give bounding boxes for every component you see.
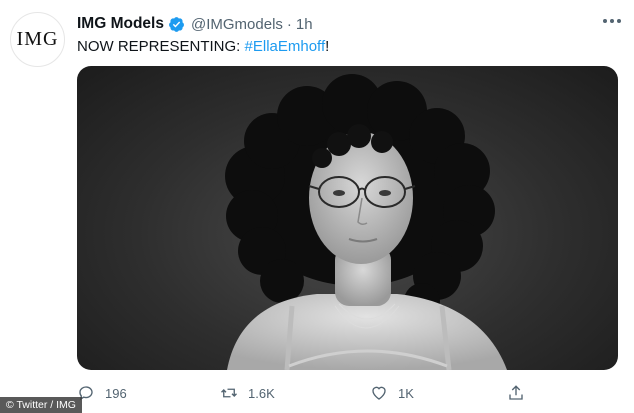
user-handle[interactable]: @IMGmodels [191,16,283,33]
like-button[interactable]: 1K [370,384,414,402]
share-icon [509,385,523,400]
image-credit: © Twitter / IMG [0,397,82,413]
retweet-icon [221,388,237,398]
retweet-count: 1.6K [248,385,275,401]
tweet-text-prefix: NOW REPRESENTING: [77,38,245,55]
tweet-text: NOW REPRESENTING: #EllaEmhoff! [77,38,329,55]
like-count: 1K [398,385,414,401]
tweet-text-suffix: ! [325,38,330,55]
tweet-actions: 196 1.6K 1K [77,380,618,406]
avatar-logo-text: IMG [16,28,59,50]
avatar[interactable]: IMG [10,12,65,67]
display-name[interactable]: IMG Models [77,15,164,33]
tweet-header: IMG Models @IMGmodels · 1h [77,13,614,35]
heart-icon [372,386,386,400]
portrait-photo [225,74,507,370]
reply-count: 196 [105,385,127,401]
hashtag-link[interactable]: #EllaEmhoff [245,38,326,55]
timestamp[interactable]: 1h [296,16,313,33]
more-icon[interactable] [602,14,622,25]
retweet-button[interactable]: 1.6K [220,384,275,402]
verified-badge-icon [169,16,184,32]
separator-dot: · [286,15,292,33]
reply-button[interactable]: 196 [77,384,127,402]
share-button[interactable] [507,384,535,402]
tweet-photo[interactable] [77,66,618,370]
